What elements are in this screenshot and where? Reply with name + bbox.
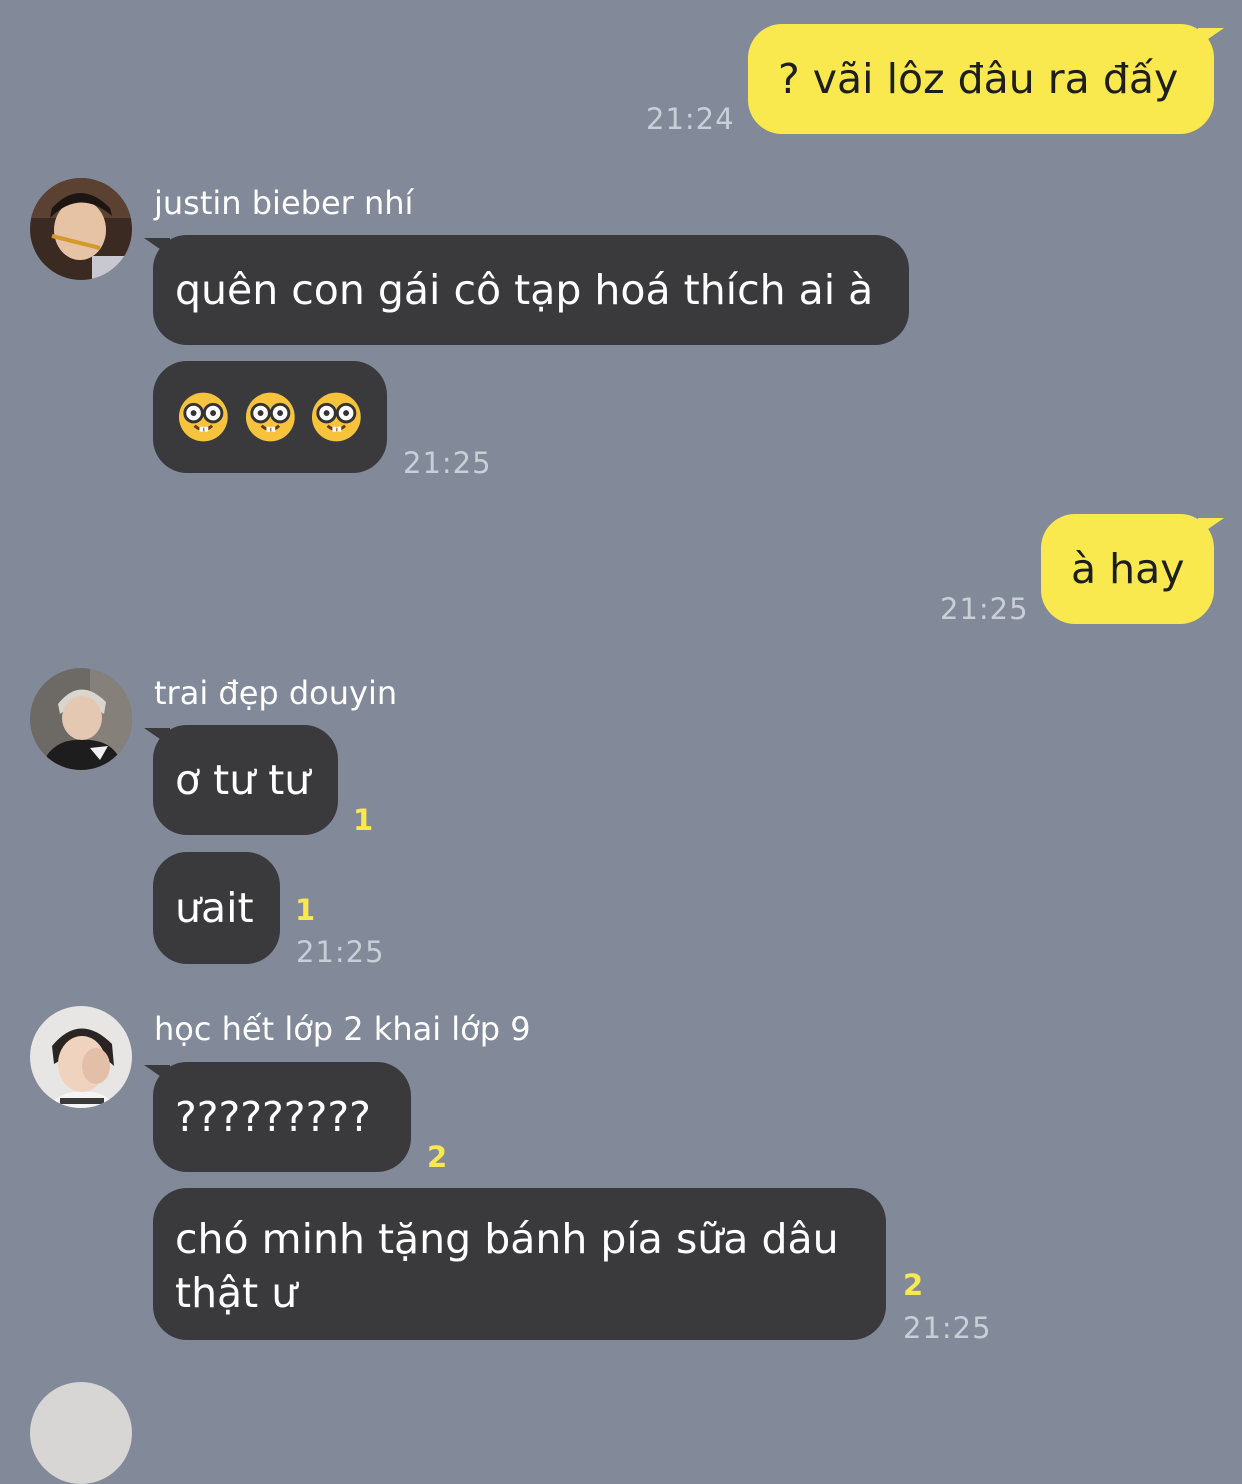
incoming-message-bubble[interactable]: ơ tư tư — [153, 725, 338, 835]
timestamp: 21:25 — [403, 446, 492, 480]
bubble-tail — [1198, 518, 1224, 536]
avatar-hoc-het-lop-2[interactable] — [30, 1006, 132, 1108]
message-text: chó minh tặng bánh pía sữa dâu thật ư — [175, 1215, 839, 1317]
incoming-message-bubble[interactable]: ????????? — [153, 1062, 411, 1172]
unread-count: 2 — [903, 1268, 924, 1302]
timestamp: 21:24 — [646, 102, 735, 136]
sender-name: học hết lớp 2 khai lớp 9 — [154, 1010, 531, 1048]
nerd-face-emoji-icon — [312, 392, 362, 442]
message-text: à hay — [1071, 545, 1185, 593]
avatar-justin-bieber-nhi[interactable] — [30, 178, 132, 280]
avatar-photo — [30, 1382, 132, 1484]
outgoing-message-bubble[interactable]: à hay — [1041, 514, 1214, 624]
unread-count: 1 — [353, 803, 374, 837]
incoming-emoji-bubble[interactable] — [153, 361, 387, 473]
message-text: ưait — [175, 884, 254, 932]
nerd-face-emoji-icon — [245, 392, 295, 442]
avatar-photo — [30, 668, 132, 770]
outgoing-message-bubble[interactable]: ? vãi lôz đâu ra đấy — [748, 24, 1214, 134]
message-text: ? vãi lôz đâu ra đấy — [778, 55, 1179, 103]
timestamp: 21:25 — [903, 1311, 992, 1345]
timestamp: 21:25 — [296, 935, 385, 969]
timestamp: 21:25 — [940, 592, 1029, 626]
message-text: ơ tư tư — [175, 756, 311, 804]
incoming-message-bubble[interactable]: chó minh tặng bánh pía sữa dâu thật ư — [153, 1188, 886, 1340]
incoming-message-bubble[interactable]: ưait — [153, 852, 280, 964]
unread-count: 2 — [427, 1140, 448, 1174]
unread-count: 1 — [295, 893, 316, 927]
avatar-trai-dep-douyin[interactable] — [30, 668, 132, 770]
message-text: quên con gái cô tạp hoá thích ai à — [175, 266, 874, 314]
avatar-photo — [30, 1006, 132, 1108]
avatar-next-sender[interactable] — [30, 1382, 132, 1484]
nerd-face-emoji-icon — [178, 392, 228, 442]
bubble-tail — [1198, 28, 1224, 46]
incoming-message-bubble[interactable]: quên con gái cô tạp hoá thích ai à — [153, 235, 909, 345]
avatar-photo — [30, 178, 132, 280]
sender-name: justin bieber nhí — [154, 184, 414, 222]
message-text: ????????? — [175, 1093, 371, 1141]
sender-name: trai đẹp douyin — [154, 674, 398, 712]
